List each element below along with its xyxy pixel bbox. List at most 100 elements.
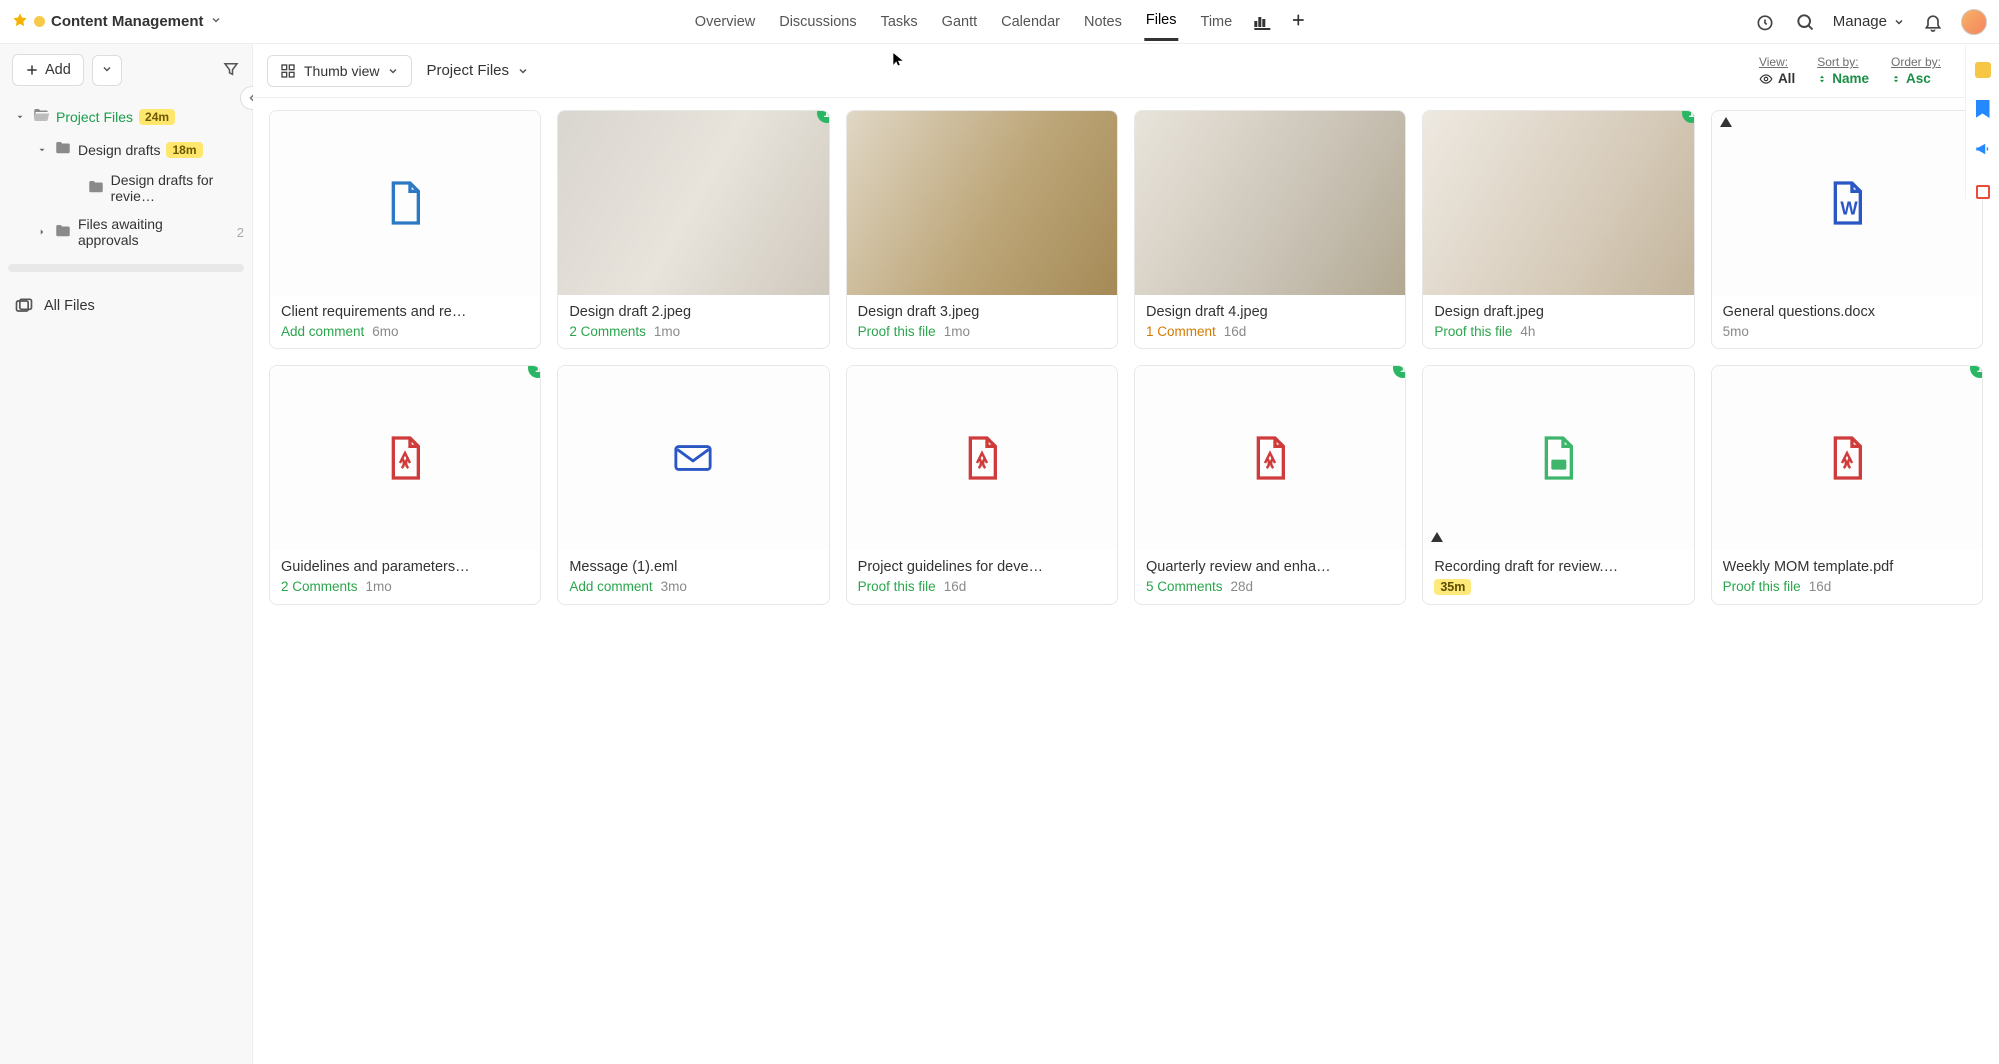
file-type-icon	[1250, 434, 1290, 482]
add-button[interactable]: Add	[12, 54, 84, 86]
folder-icon	[54, 222, 72, 243]
file-time: 4h	[1520, 324, 1535, 339]
file-name: Project guidelines for deve…	[858, 559, 1106, 575]
file-type-icon: W	[1827, 179, 1867, 227]
folder-icon	[32, 106, 50, 127]
sidebar-scrollbar[interactable]	[8, 264, 244, 272]
time-highlight: 35m	[1434, 579, 1471, 595]
file-thumbnail	[847, 366, 1117, 550]
file-card[interactable]: WGeneral questions.docx5mo	[1711, 110, 1983, 349]
notifications-icon[interactable]	[1921, 10, 1945, 34]
file-card[interactable]: Design draft 3.jpeg Proof this file 1mo	[846, 110, 1118, 349]
file-type-icon	[385, 434, 425, 482]
file-name: General questions.docx	[1723, 304, 1971, 320]
file-name: Design draft.jpeg	[1434, 304, 1682, 320]
file-name: Client requirements and re…	[281, 304, 529, 320]
search-icon[interactable]	[1793, 10, 1817, 34]
timer-icon[interactable]	[1753, 10, 1777, 34]
project-dropdown-icon[interactable]	[210, 14, 222, 29]
file-thumbnail	[1135, 366, 1405, 550]
google-drive-icon	[1431, 532, 1443, 542]
file-thumbnail	[1712, 366, 1982, 550]
tab-files[interactable]: Files	[1144, 2, 1179, 41]
file-name: Design draft 3.jpeg	[858, 304, 1106, 320]
tab-tasks[interactable]: Tasks	[879, 4, 920, 40]
file-type-icon	[1827, 434, 1867, 482]
add-tab-icon[interactable]	[1290, 12, 1306, 31]
file-thumbnail	[270, 111, 540, 295]
rail-calendar-icon[interactable]	[1976, 185, 1990, 199]
file-time: 16d	[1809, 579, 1832, 594]
file-card[interactable]: 1Weekly MOM template.pdfProof this file1…	[1711, 365, 1983, 605]
file-card[interactable]: 1Guidelines and parameters…2 Comments1mo	[269, 365, 541, 605]
tab-gantt[interactable]: Gantt	[940, 4, 979, 40]
file-card[interactable]: 1Quarterly review and enha…5 Comments28d	[1134, 365, 1406, 605]
file-action-link[interactable]: Proof this file	[1434, 324, 1512, 339]
tab-overview[interactable]: Overview	[693, 4, 757, 40]
filter-icon[interactable]	[222, 60, 240, 81]
file-name: Message (1).eml	[569, 559, 817, 575]
tab-discussions[interactable]: Discussions	[777, 4, 858, 40]
folder-design-drafts-for-revie-[interactable]: Design drafts for revie…	[0, 166, 252, 210]
folder-files-awaiting-approvals[interactable]: Files awaiting approvals2	[0, 210, 252, 254]
file-action-link[interactable]: Proof this file	[1723, 579, 1801, 594]
add-dropdown[interactable]	[92, 55, 122, 86]
rail-notes-icon[interactable]	[1975, 62, 1991, 78]
file-card[interactable]: Client requirements and re… Add comment 6m…	[269, 110, 541, 349]
file-card[interactable]: Recording draft for review.… 35m	[1422, 365, 1694, 605]
folder-design-drafts[interactable]: Design drafts18m	[0, 133, 252, 166]
file-name: Quarterly review and enha…	[1146, 559, 1394, 575]
file-time: 16d	[1224, 324, 1247, 339]
file-action-link[interactable]: Proof this file	[858, 579, 936, 594]
folder-project-files[interactable]: Project Files24m	[0, 100, 252, 133]
file-card[interactable]: 1Design draft.jpegProof this file4h	[1422, 110, 1694, 349]
file-card[interactable]: Project guidelines for deve… Proof this f…	[846, 365, 1118, 605]
file-name: Weekly MOM template.pdf	[1723, 559, 1971, 575]
file-type-icon	[962, 434, 1002, 482]
project-title[interactable]: Content Management	[51, 13, 204, 30]
file-thumbnail	[558, 366, 828, 550]
view-mode-label: Thumb view	[304, 63, 379, 79]
favorite-star-icon[interactable]	[12, 12, 28, 31]
breadcrumb-label: Project Files	[426, 62, 509, 79]
breadcrumb-dropdown[interactable]: Project Files	[426, 62, 529, 79]
file-time: 3mo	[661, 579, 687, 594]
folder-icon	[54, 139, 72, 160]
file-action-link[interactable]: Add comment	[281, 324, 364, 339]
add-label: Add	[45, 62, 71, 78]
tab-time[interactable]: Time	[1199, 4, 1235, 40]
view-filter[interactable]: View: All	[1759, 55, 1795, 86]
view-mode-dropdown[interactable]: Thumb view	[267, 55, 412, 87]
file-action-link[interactable]: 2 Comments	[569, 324, 646, 339]
file-action-link[interactable]: Add comment	[569, 579, 652, 594]
file-thumbnail	[1135, 111, 1405, 295]
reports-icon[interactable]	[1254, 14, 1270, 30]
file-action-link[interactable]: 2 Comments	[281, 579, 358, 594]
file-time: 1mo	[944, 324, 970, 339]
folder-icon	[87, 178, 105, 199]
rail-announcements-icon[interactable]	[1974, 140, 1992, 163]
google-drive-icon	[1720, 117, 1732, 127]
file-type-icon	[1538, 434, 1578, 482]
sort-by[interactable]: Sort by: Name	[1817, 55, 1869, 86]
order-by[interactable]: Order by: Asc	[1891, 55, 1941, 86]
file-time: 16d	[944, 579, 967, 594]
file-card[interactable]: Design draft 4.jpeg1 Comment16d	[1134, 110, 1406, 349]
tab-calendar[interactable]: Calendar	[999, 4, 1062, 40]
file-thumbnail: W	[1712, 111, 1982, 295]
file-time: 6mo	[372, 324, 398, 339]
tab-notes[interactable]: Notes	[1082, 4, 1124, 40]
file-action-link[interactable]: Proof this file	[858, 324, 936, 339]
user-avatar[interactable]	[1961, 9, 1987, 35]
file-type-icon	[385, 179, 425, 227]
file-action-link[interactable]: 5 Comments	[1146, 579, 1223, 594]
file-card[interactable]: 1Design draft 2.jpeg2 Comments1mo	[557, 110, 829, 349]
rail-bookmark-icon[interactable]	[1976, 100, 1990, 118]
file-name: Design draft 2.jpeg	[569, 304, 817, 320]
file-thumbnail	[558, 111, 828, 295]
file-card[interactable]: Message (1).eml Add comment 3mo	[557, 365, 829, 605]
file-action-link[interactable]: 1 Comment	[1146, 324, 1216, 339]
manage-dropdown[interactable]: Manage	[1833, 13, 1905, 30]
file-name: Recording draft for review.…	[1434, 559, 1682, 575]
all-files-link[interactable]: All Files	[0, 286, 252, 326]
